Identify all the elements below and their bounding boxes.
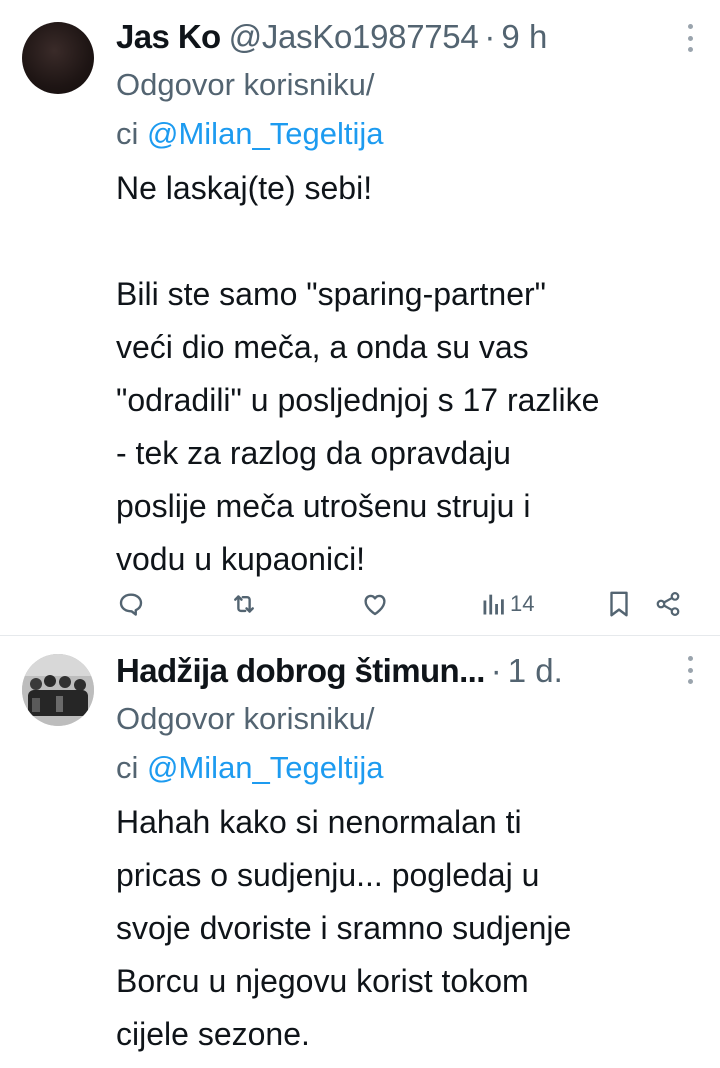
tweet-text-line: Hahah kako si nenormalan ti [116,804,522,840]
bookmark-icon [610,591,628,617]
timestamp[interactable]: 1 d. [508,648,563,694]
views-button[interactable]: 14 [482,590,534,618]
reply-button[interactable] [116,589,146,619]
tweet-text-line: veći dio meča, a onda su vas [116,329,529,365]
tweet-text-line: pricas o sudjenju... pogledaj u [116,857,540,893]
tweet-text-line: - tek za razlog da opravdaju [116,435,511,471]
tweet-text-line: "odradili" u posljednjoj s 17 razlike [116,382,600,418]
like-button[interactable] [360,589,390,619]
more-icon[interactable] [686,656,694,684]
reply-context: Odgovor korisniku/ ci @Milan_Tegeltija [116,694,706,792]
tweet-text-line: Ne laskaj(te) sebi! [116,170,373,206]
tweet-actions: 14 [116,582,698,626]
reply-label-line2: ci [116,116,147,151]
tweet-text-line: cijele sezone. [116,1016,310,1052]
author-name[interactable]: Jas Ko [116,14,221,60]
avatar[interactable] [22,22,94,94]
separator-dot: · [490,652,502,689]
author-handle[interactable]: @JasKo1987754 [229,14,479,60]
more-icon[interactable] [686,24,694,52]
tweet-header: Jas Ko @JasKo1987754 · 9 h [116,14,706,60]
tweet-text-line [116,215,706,268]
author-name[interactable]: Hadžija dobrog štimun... [116,648,485,694]
share-button[interactable] [654,590,682,618]
reply-icon [119,593,143,616]
views-count: 14 [510,591,535,616]
tweet-text: Hahah kako si nenormalan ti pricas o sud… [116,796,706,1061]
tweet-text-line: vodu u kupaonici! [116,541,366,577]
reply-label-line1: Odgovor korisniku/ [116,67,375,102]
tweet-text-line: Borcu u njegovu korist tokom [116,963,529,999]
reply-label-line2: ci [116,750,147,785]
retweet-button[interactable] [228,589,260,619]
tweet[interactable]: Hadžija dobrog štimun... · 1 d. Odgovor … [0,636,720,1061]
reply-label-line1: Odgovor korisniku/ [116,701,375,736]
like-icon [364,594,386,616]
reply-mention-link[interactable]: @Milan_Tegeltija [147,116,384,151]
separator-dot: · [484,18,496,55]
bookmark-button[interactable] [606,589,632,619]
tweet-header: Hadžija dobrog štimun... · 1 d. [116,648,706,694]
tweet-text-line: svoje dvoriste i sramno sudjenje [116,910,572,946]
reply-mention-link[interactable]: @Milan_Tegeltija [147,750,384,785]
timestamp[interactable]: 9 h [501,14,547,60]
tweet[interactable]: Jas Ko @JasKo1987754 · 9 h Odgovor koris… [0,0,720,636]
retweet-icon [234,595,254,613]
share-icon [656,592,680,616]
views-icon [483,594,504,615]
tweet-text-line: poslije meča utrošenu struju i [116,488,531,524]
tweet-text-line: Bili ste samo "sparing-partner" [116,276,546,312]
avatar[interactable] [22,654,94,726]
reply-context: Odgovor korisniku/ ci @Milan_Tegeltija [116,60,706,158]
tweet-text: Ne laskaj(te) sebi! Bili ste samo "spari… [116,162,706,586]
